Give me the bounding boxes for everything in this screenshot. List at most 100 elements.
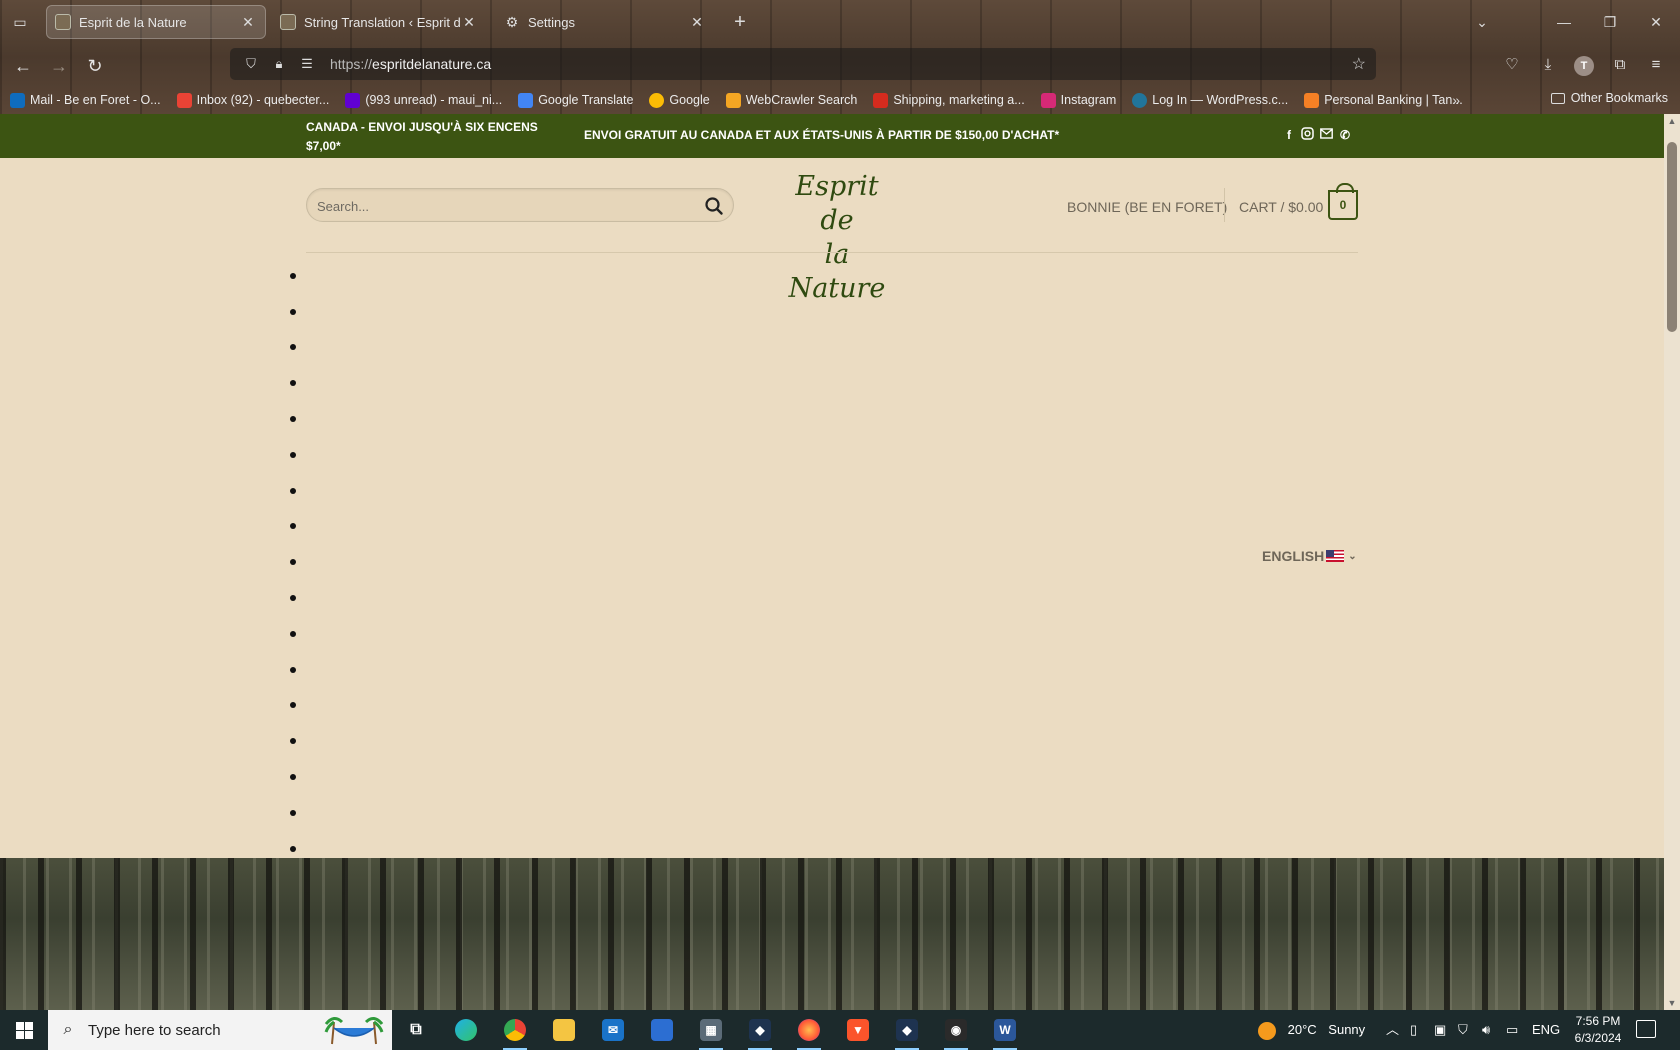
- list-item: [290, 723, 310, 759]
- bullet-dot: [290, 774, 296, 781]
- profile-avatar[interactable]: T: [1574, 56, 1594, 76]
- account-link[interactable]: BONNIE (BE EN FORET): [1067, 199, 1227, 215]
- canada-post-icon: [873, 92, 889, 108]
- notifications-icon[interactable]: [1636, 1020, 1656, 1038]
- tab-list-icon[interactable]: ▭: [10, 12, 30, 32]
- firefox-icon[interactable]: [789, 1014, 829, 1050]
- clock-time: 7:56 PM: [1575, 1014, 1621, 1028]
- restore-icon[interactable]: ❐: [1598, 10, 1622, 34]
- bookmark-yahoo[interactable]: (993 unread) - maui_ni...: [345, 92, 502, 108]
- list-item: [290, 652, 310, 688]
- bookmark-canada-post[interactable]: Shipping, marketing a...: [873, 92, 1025, 108]
- bookmark-google-translate[interactable]: Google Translate: [518, 92, 633, 108]
- tab-string-translation[interactable]: String Translation ‹ Esprit de la N ✕: [272, 5, 486, 39]
- page-scrollbar[interactable]: ▲ ▼: [1664, 114, 1680, 1010]
- minimize-icon[interactable]: —: [1552, 10, 1576, 34]
- input-language[interactable]: ENG: [1532, 1010, 1560, 1050]
- email-icon[interactable]: [1319, 127, 1333, 143]
- bookmark-google[interactable]: Google: [649, 92, 710, 108]
- site-logo[interactable]: Esprit de la Nature: [778, 170, 896, 304]
- calculator-icon[interactable]: ▦: [691, 1014, 731, 1050]
- url-text[interactable]: https://espritdelanature.ca: [330, 56, 491, 72]
- dark-app-icon-2[interactable]: ◆: [887, 1014, 927, 1050]
- file-explorer-icon[interactable]: [544, 1014, 584, 1046]
- tangerine-icon: [1304, 92, 1320, 108]
- close-icon[interactable]: ✕: [460, 14, 478, 31]
- windows-start-icon[interactable]: [0, 1010, 48, 1050]
- promo-left-text: CANADA - ENVOI JUSQU'À SIX ENCENS $7,00*: [306, 120, 538, 153]
- bookmark-outlook[interactable]: Mail - Be en Foret - O...: [10, 92, 161, 108]
- brave-icon[interactable]: ▼: [838, 1014, 878, 1046]
- bullet-dot: [290, 380, 296, 387]
- shield-icon[interactable]: ⛉: [240, 56, 262, 72]
- bullet-dot: [290, 630, 296, 637]
- task-view-icon[interactable]: ⧉: [396, 1014, 436, 1046]
- header-divider: [1224, 188, 1225, 222]
- download-icon[interactable]: ⤓: [1536, 53, 1560, 77]
- close-icon[interactable]: ✕: [688, 14, 706, 31]
- bookmark-gmail[interactable]: Inbox (92) - quebecter...: [176, 92, 329, 108]
- lock-icon[interactable]: 🔒︎: [268, 56, 290, 72]
- permissions-icon[interactable]: ☰: [296, 56, 318, 72]
- cart-count-badge[interactable]: 0: [1328, 183, 1358, 220]
- tab-settings[interactable]: ⚙ Settings ✕: [496, 5, 714, 39]
- cart-link[interactable]: CART / $0.00: [1239, 199, 1323, 215]
- url-host: espritdelanature.ca: [372, 56, 492, 72]
- mail-icon[interactable]: ✉: [593, 1014, 633, 1046]
- reload-icon[interactable]: ↻: [82, 53, 108, 79]
- address-bar[interactable]: ⛉ 🔒︎ ☰ https://espritdelanature.ca ☆: [230, 48, 1376, 80]
- language-switcher[interactable]: ENGLISH ⌄: [1262, 548, 1357, 564]
- pocket-icon[interactable]: ♡: [1500, 53, 1524, 77]
- window-close-icon[interactable]: ✕: [1644, 10, 1668, 34]
- back-icon[interactable]: ←: [10, 53, 36, 79]
- bookmark-label: Instagram: [1060, 93, 1117, 107]
- scroll-down-icon[interactable]: ▼: [1664, 998, 1680, 1008]
- word-icon[interactable]: W: [985, 1014, 1025, 1050]
- nav-bar: ← → ↻ ⛉ 🔒︎ ☰ https://espritdelanature.ca…: [0, 44, 1680, 86]
- volume-icon[interactable]: 🔊︎: [1482, 1010, 1490, 1050]
- edge-icon[interactable]: [446, 1014, 486, 1046]
- new-tab-icon[interactable]: +: [728, 10, 752, 34]
- dark-app-icon[interactable]: ◆: [740, 1014, 780, 1050]
- camera-icon[interactable]: ▣: [1434, 1010, 1446, 1050]
- search-input[interactable]: [317, 195, 677, 217]
- scroll-up-icon[interactable]: ▲: [1664, 116, 1680, 126]
- bullet-dot: [290, 809, 296, 816]
- bookmarks-toolbar: Mail - Be en Foret - O... Inbox (92) - q…: [0, 86, 1680, 114]
- facebook-icon[interactable]: f: [1282, 127, 1296, 143]
- bookmark-star-icon[interactable]: ☆: [1352, 54, 1366, 74]
- store-icon[interactable]: [642, 1014, 682, 1046]
- bookmark-wordpress[interactable]: Log In — WordPress.c...: [1132, 92, 1288, 108]
- usb-icon[interactable]: ▯: [1410, 1010, 1417, 1050]
- bookmark-webcrawler[interactable]: WebCrawler Search: [725, 92, 857, 108]
- eye-app-icon[interactable]: ◉: [936, 1014, 976, 1050]
- site-favicon-icon: [280, 14, 296, 30]
- bookmark-instagram[interactable]: Instagram: [1040, 92, 1117, 108]
- windows-taskbar: ⌕ Type here to search ⧉ ✉ ▦ ◆ ▼ ◆ ◉ W 20…: [0, 1010, 1680, 1050]
- instagram-icon: [1040, 92, 1056, 108]
- close-icon[interactable]: ✕: [239, 14, 257, 31]
- phone-icon[interactable]: ✆: [1338, 127, 1352, 143]
- tab-overflow-chevron-icon[interactable]: ⌄: [1470, 10, 1494, 34]
- network-icon[interactable]: ▭: [1506, 1010, 1518, 1050]
- other-bookmarks[interactable]: Other Bookmarks: [1550, 91, 1668, 105]
- tab-esprit[interactable]: Esprit de la Nature ✕: [46, 5, 266, 39]
- search-icon[interactable]: [701, 193, 727, 219]
- bookmarks-overflow-icon[interactable]: »: [1452, 92, 1460, 108]
- menu-icon[interactable]: ≡: [1644, 53, 1668, 77]
- forward-icon[interactable]: →: [46, 53, 72, 79]
- bookmark-tangerine[interactable]: Personal Banking | Tan...: [1304, 92, 1463, 108]
- tray-overflow-chevron-icon[interactable]: ︿: [1386, 1010, 1399, 1050]
- hammock-icon: [324, 1017, 384, 1045]
- tab-title: String Translation ‹ Esprit de la N: [304, 14, 460, 30]
- instagram-icon[interactable]: [1300, 127, 1314, 143]
- chevron-down-icon: ⌄: [1348, 550, 1357, 562]
- security-icon[interactable]: ⛉: [1458, 1010, 1468, 1050]
- clock[interactable]: 7:56 PM 6/3/2024: [1568, 1013, 1628, 1047]
- extensions-icon[interactable]: ⧉: [1608, 53, 1632, 77]
- google-icon: [649, 92, 665, 108]
- taskbar-search[interactable]: ⌕ Type here to search: [48, 1010, 392, 1050]
- weather-widget[interactable]: 20°C Sunny: [1258, 1010, 1365, 1050]
- chrome-icon[interactable]: [495, 1014, 535, 1050]
- scrollbar-thumb[interactable]: [1667, 142, 1677, 332]
